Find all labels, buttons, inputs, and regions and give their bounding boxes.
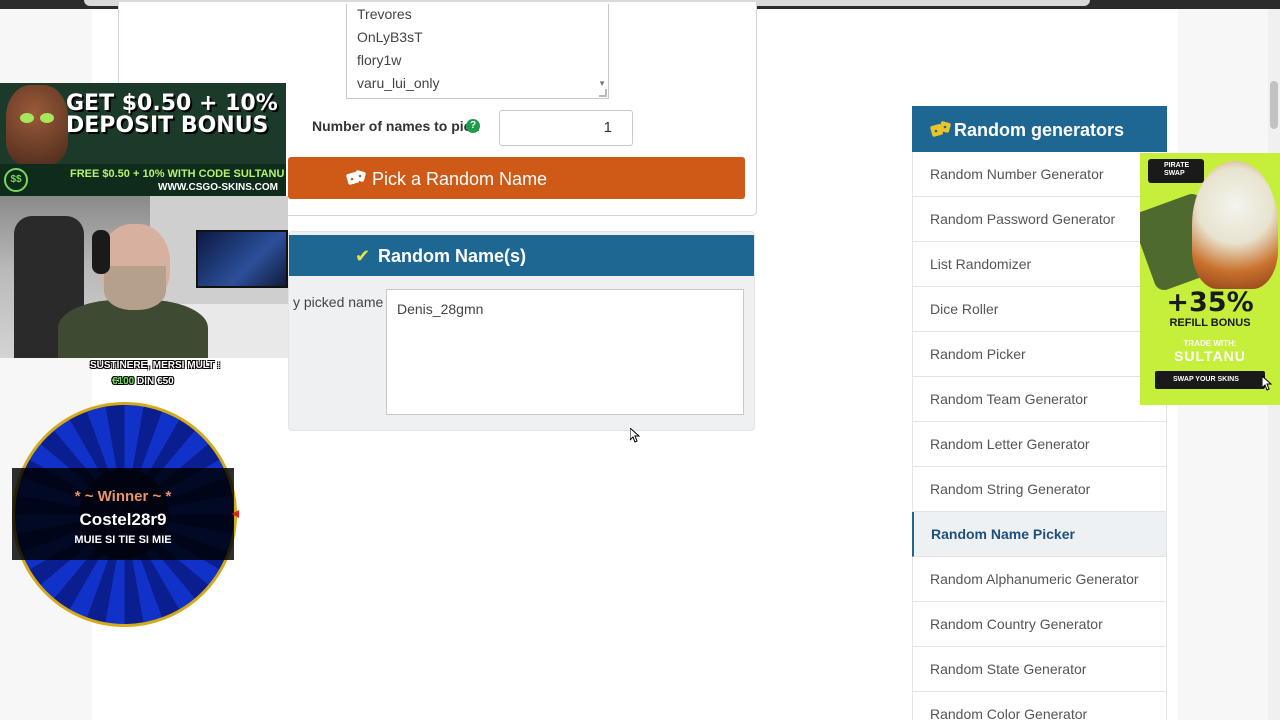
random-generators-sidebar: Random generators Random Number Generato… <box>912 106 1167 720</box>
rooster-mascot-image <box>1192 161 1278 289</box>
sidebar-item-random-color-generator[interactable]: Random Color Generator <box>912 692 1167 720</box>
sidebar-item-random-password-generator[interactable]: Random Password Generator <box>912 197 1167 242</box>
sidebar-item-random-alphanumeric-generator[interactable]: Random Alphanumeric Generator <box>912 557 1167 602</box>
streamer-beard <box>104 266 166 310</box>
scroll-down-arrow-icon[interactable]: ▼ <box>598 79 606 88</box>
banner-strip: $$ FREE $0.50 + 10% WITH CODE SULTANU WW… <box>0 164 286 196</box>
sidebar-item-random-team-generator[interactable]: Random Team Generator <box>912 377 1167 422</box>
banner-code-text: FREE $0.50 + 10% WITH CODE SULTANU <box>70 168 285 180</box>
banner-headline: GET $0.50 + 10% DEPOSIT BONUS <box>66 91 278 138</box>
name-line: flory1w <box>357 52 402 68</box>
swap-skins-button[interactable]: SWAP YOUR SKINS <box>1155 371 1265 389</box>
banner-site: WWW.CSGO-SKINS.COM <box>158 182 278 193</box>
ad-trade-label: TRADE WITH: <box>1183 339 1237 348</box>
dice-icon <box>930 121 951 137</box>
support-amount-line: €100 DIN €50 <box>112 376 174 387</box>
sidebar-item-random-number-generator[interactable]: Random Number Generator <box>912 152 1167 197</box>
mascot-eye <box>40 113 54 123</box>
resize-grip-icon[interactable] <box>599 89 607 97</box>
ad-logo: PIRATE SWAP <box>1148 159 1204 183</box>
scrollbar-thumb[interactable] <box>1270 81 1278 129</box>
sidebar-list: Random Number Generator Random Password … <box>912 152 1167 720</box>
ad-code: SULTANU <box>1174 348 1246 364</box>
ad-bonus-percent: +35% <box>1166 287 1254 318</box>
question-circle-icon[interactable]: ? <box>466 119 480 133</box>
ad-bonus-label: REFILL BONUS <box>1169 317 1251 329</box>
headset-icon <box>92 230 110 274</box>
result-title: Random Name(s) <box>378 246 527 266</box>
result-header: ✔ Random Name(s) <box>289 235 754 276</box>
support-message: SUSTINERE, MERSI MULT : <box>90 360 221 371</box>
streamer-webcam <box>0 196 288 358</box>
webcam-tv <box>196 230 288 288</box>
result-panel: ✔ Random Name(s) y picked name Denis_28g… <box>288 231 755 431</box>
mascot-image <box>6 85 68 165</box>
sidebar-item-random-country-generator[interactable]: Random Country Generator <box>912 602 1167 647</box>
dice-icon <box>346 170 366 185</box>
mascot-eye <box>20 113 34 123</box>
sidebar-item-random-state-generator[interactable]: Random State Generator <box>912 647 1167 692</box>
pick-count-input[interactable]: 1 <box>499 110 633 146</box>
sidebar-item-random-picker[interactable]: Random Picker <box>912 332 1167 377</box>
money-coin-icon: $$ <box>4 168 28 192</box>
result-textarea[interactable]: Denis_28gmn <box>386 289 744 415</box>
picked-name-label: y picked name <box>293 294 384 310</box>
skins-ad-banner[interactable]: PIRATE SWAP +35% REFILL BONUS TRADE WITH… <box>1140 153 1280 405</box>
sidebar-item-dice-roller[interactable]: Dice Roller <box>912 287 1167 332</box>
name-line: varu_lui_only <box>357 75 440 91</box>
sidebar-title: Random generators <box>954 120 1125 140</box>
support-goal: DIN €50 <box>134 376 174 387</box>
winner-subtitle: MUIE SI TIE SI MIE <box>74 534 172 546</box>
pick-button-label: Pick a Random Name <box>372 169 548 189</box>
sidebar-item-random-letter-generator[interactable]: Random Letter Generator <box>912 422 1167 467</box>
winner-label: * ~ Winner ~ * <box>74 488 172 505</box>
name-line: Trevores <box>357 6 412 22</box>
sidebar-item-random-name-picker[interactable]: Random Name Picker <box>912 512 1167 557</box>
name-line: OnLyB3sT <box>357 29 423 45</box>
names-textarea[interactable]: Trevores OnLyB3sT flory1w varu_lui_only … <box>346 4 609 99</box>
pick-count-label: Number of names to pick <box>312 118 480 134</box>
deposit-bonus-banner: GET $0.50 + 10% DEPOSIT BONUS $$ FREE $0… <box>0 83 286 196</box>
pick-random-name-button[interactable]: Pick a Random Name <box>288 157 745 199</box>
support-amount: €100 <box>112 376 135 387</box>
check-icon: ✔ <box>355 246 371 266</box>
sidebar-item-list-randomizer[interactable]: List Randomizer <box>912 242 1167 287</box>
sidebar-item-random-string-generator[interactable]: Random String Generator <box>912 467 1167 512</box>
winner-name: Costel28r9 <box>79 510 167 529</box>
sidebar-header: Random generators <box>912 106 1167 152</box>
wheel-pointer-icon <box>232 510 239 518</box>
